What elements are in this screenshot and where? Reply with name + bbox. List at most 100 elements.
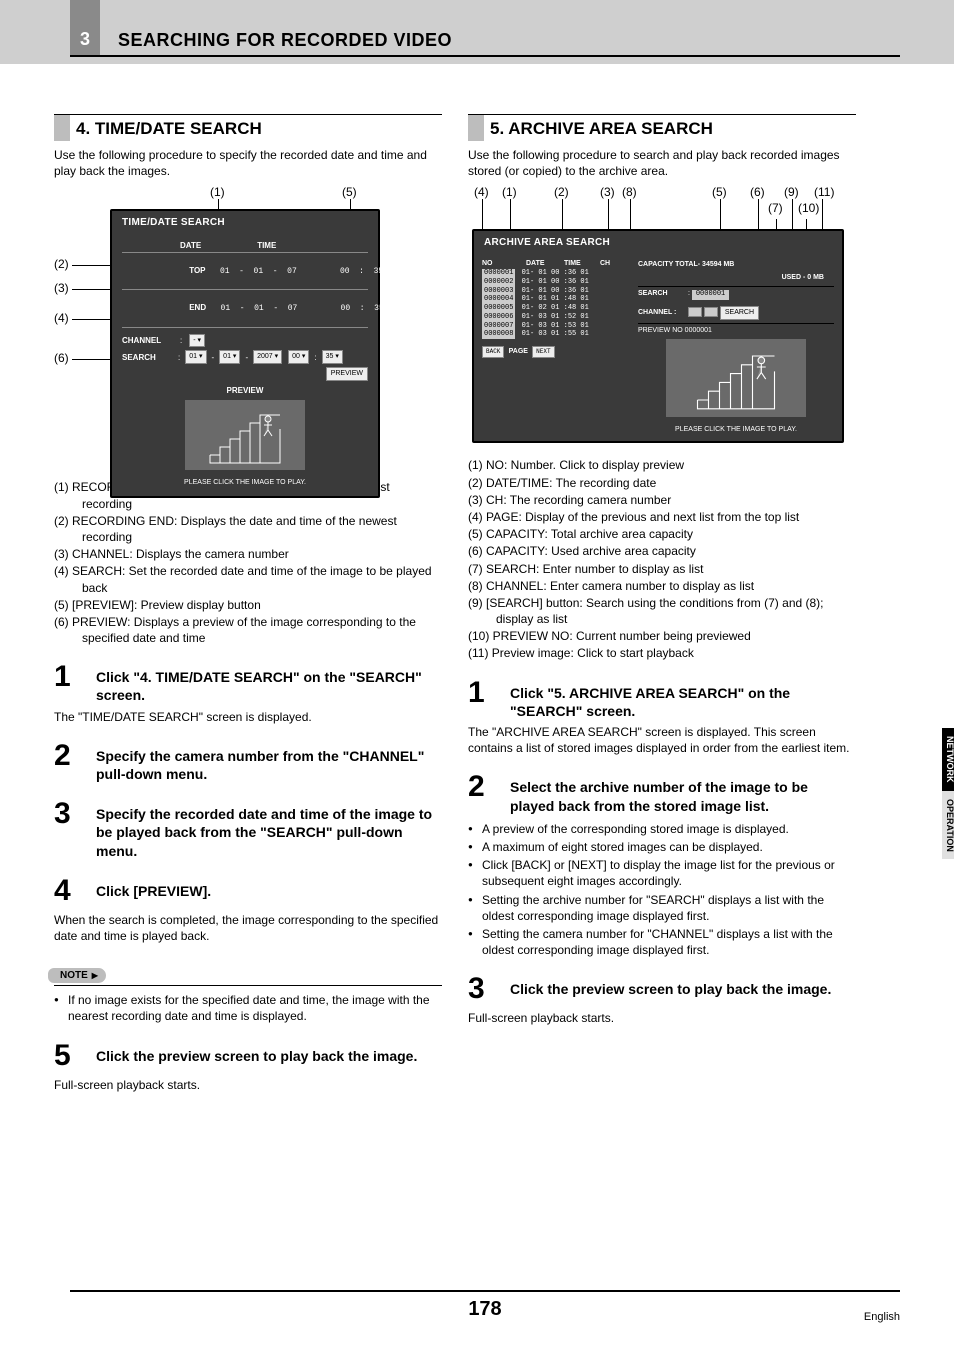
- screen-footer: PLEASE CLICK THE IMAGE TO PLAY.: [122, 474, 368, 488]
- archive-table: NO DATE TIME CH 0000001 01- 01 00 :36 01…: [482, 260, 632, 435]
- callout-2: (2): [54, 257, 69, 271]
- screen-title: ARCHIVE AREA SEARCH: [474, 231, 842, 254]
- legend-item: (5) [PREVIEW]: Preview display button: [54, 597, 442, 613]
- legend-item: (5) CAPACITY: Total archive area capacit…: [468, 526, 856, 542]
- hd-no: NO: [482, 260, 520, 269]
- note-list: If no image exists for the specified dat…: [54, 992, 442, 1024]
- step-heading: Click the preview screen to play back th…: [510, 972, 856, 998]
- hd-date: DATE: [180, 240, 201, 251]
- step-body: Full-screen playback starts.: [54, 1077, 442, 1093]
- search-button[interactable]: SEARCH: [720, 306, 759, 320]
- legend-item: (9) [SEARCH] button: Search using the co…: [468, 595, 856, 627]
- table-row[interactable]: 0000008 01- 03 01 :55 01: [482, 330, 632, 339]
- preview-button[interactable]: PREVIEW: [326, 367, 368, 381]
- step-body: Full-screen playback starts.: [468, 1010, 856, 1026]
- search-label: SEARCH: [638, 289, 686, 299]
- bullet-item: Setting the camera number for "CHANNEL" …: [468, 926, 856, 958]
- page-label: PAGE: [509, 348, 528, 355]
- cap-total-label: CAPACITY TOTAL-: [638, 260, 700, 270]
- hd-ch: CH: [600, 260, 610, 269]
- side-tab-network: NETWORK: [942, 728, 954, 791]
- step-body: The "TIME/DATE SEARCH" screen is display…: [54, 709, 442, 725]
- left-intro: Use the following procedure to specify t…: [54, 147, 442, 179]
- top-label: TOP: [189, 266, 205, 275]
- callout-6: (6): [54, 351, 69, 365]
- table-row[interactable]: 0000004 01- 01 01 :48 01: [482, 295, 632, 304]
- step-heading: Click [PREVIEW].: [96, 874, 442, 900]
- c10: (10): [798, 201, 819, 215]
- right-legend: (1) NO: Number. Click to display preview…: [468, 457, 856, 661]
- callout-line: [72, 319, 110, 320]
- preview-image[interactable]: [666, 339, 806, 417]
- next-button[interactable]: NEXT: [532, 346, 554, 358]
- search-t2[interactable]: 35 ▾: [322, 350, 343, 364]
- callout-line: [72, 289, 110, 290]
- step-heading: Click the preview screen to play back th…: [96, 1039, 442, 1065]
- search-label: SEARCH: [122, 352, 174, 363]
- back-button[interactable]: BACK: [482, 346, 504, 358]
- step-number: 2: [468, 770, 502, 804]
- side-tab-operation: OPERATION: [942, 791, 954, 860]
- table-row[interactable]: 0000002 01- 01 00 :36 01: [482, 278, 632, 287]
- hd-date: DATE: [526, 260, 558, 269]
- side-tabs: NETWORK OPERATION: [942, 728, 954, 859]
- preview-image[interactable]: [185, 400, 305, 470]
- step-heading: Select the archive number of the image t…: [510, 770, 856, 814]
- screen-footer: PLEASE CLICK THE IMAGE TO PLAY.: [638, 421, 834, 435]
- step-number: 2: [54, 739, 88, 773]
- table-row[interactable]: 0000005 01- 02 01 :48 01: [482, 304, 632, 313]
- c4: (4): [474, 185, 489, 199]
- end-label: END: [189, 303, 206, 312]
- right-figure: (4) (1) (2) (3) (8) (5) (6) (9) (11) (7)…: [468, 189, 856, 447]
- left-figure: (1) (5) (2) (3) (4) (6) TIME/DATE SEARCH: [54, 189, 442, 469]
- search-t1[interactable]: 00 ▾: [288, 350, 309, 364]
- cap-used-val: 0 MB: [807, 274, 824, 281]
- step-4: 4Click [PREVIEW].: [54, 874, 442, 908]
- right-column: 5. ARCHIVE AREA SEARCH Use the following…: [468, 114, 856, 1093]
- step-3: 3Specify the recorded date and time of t…: [54, 797, 442, 860]
- search-input[interactable]: 0000001: [692, 290, 729, 300]
- legend-item: (11) Preview image: Click to start playb…: [468, 645, 856, 661]
- search-d2[interactable]: 01 ▾: [219, 350, 240, 364]
- note-item: If no image exists for the specified dat…: [54, 992, 442, 1024]
- page-footer: 178 English: [70, 1290, 900, 1321]
- legend-item: (3) CHANNEL: Displays the camera number: [54, 546, 442, 562]
- step-2r: 2Select the archive number of the image …: [468, 770, 856, 814]
- right-intro: Use the following procedure to search an…: [468, 147, 856, 179]
- table-row[interactable]: 0000001 01- 01 00 :36 01: [482, 269, 632, 278]
- archive-right-panel: CAPACITY TOTAL- 34594 MB USED - 0 MB SEA…: [638, 260, 834, 435]
- page-number: 178: [70, 1298, 900, 1321]
- table-row[interactable]: 0000006 01- 03 01 :52 01: [482, 313, 632, 322]
- step-3r: 3Click the preview screen to play back t…: [468, 972, 856, 1006]
- step-heading: Click "5. ARCHIVE AREA SEARCH" on the "S…: [510, 676, 856, 720]
- step-number: 3: [54, 797, 88, 831]
- screen-title: TIME/DATE SEARCH: [112, 211, 378, 234]
- legend-item: (8) CHANNEL: Enter camera number to disp…: [468, 578, 856, 594]
- note-badge: NOTE: [54, 968, 106, 983]
- hd-time: TIME: [257, 240, 276, 251]
- callout-line: [72, 359, 110, 360]
- channel-dropdown[interactable]: - ▾: [189, 334, 205, 348]
- c7: (7): [768, 201, 783, 215]
- table-row[interactable]: 0000003 01- 01 00 :36 01: [482, 287, 632, 296]
- left-column: 4. TIME/DATE SEARCH Use the following pr…: [54, 114, 442, 1093]
- bullet-item: Setting the archive number for "SEARCH" …: [468, 892, 856, 924]
- step-body: When the search is completed, the image …: [54, 912, 442, 944]
- table-row[interactable]: 0000007 01- 03 01 :53 01: [482, 322, 632, 331]
- legend-item: (2) RECORDING END: Displays the date and…: [54, 513, 442, 545]
- note-rule: [54, 985, 442, 986]
- c11: (11): [814, 185, 834, 199]
- right-bullets: A preview of the corresponding stored im…: [468, 821, 856, 959]
- section-heading-right: 5. ARCHIVE AREA SEARCH: [468, 114, 856, 141]
- channel-dropdown2[interactable]: [704, 307, 718, 317]
- legend-item: (10) PREVIEW NO: Current number being pr…: [468, 628, 856, 644]
- step-number: 1: [54, 660, 88, 694]
- hd-time: TIME: [564, 260, 594, 269]
- bullet-item: Click [BACK] or [NEXT] to display the im…: [468, 857, 856, 889]
- search-d1[interactable]: 01 ▾: [185, 350, 206, 364]
- search-d3[interactable]: 2007 ▾: [253, 350, 282, 364]
- step-body: The "ARCHIVE AREA SEARCH" screen is disp…: [468, 724, 856, 756]
- channel-dropdown[interactable]: [688, 307, 702, 317]
- step-heading: Click "4. TIME/DATE SEARCH" on the "SEAR…: [96, 660, 442, 704]
- step-5: 5Click the preview screen to play back t…: [54, 1039, 442, 1073]
